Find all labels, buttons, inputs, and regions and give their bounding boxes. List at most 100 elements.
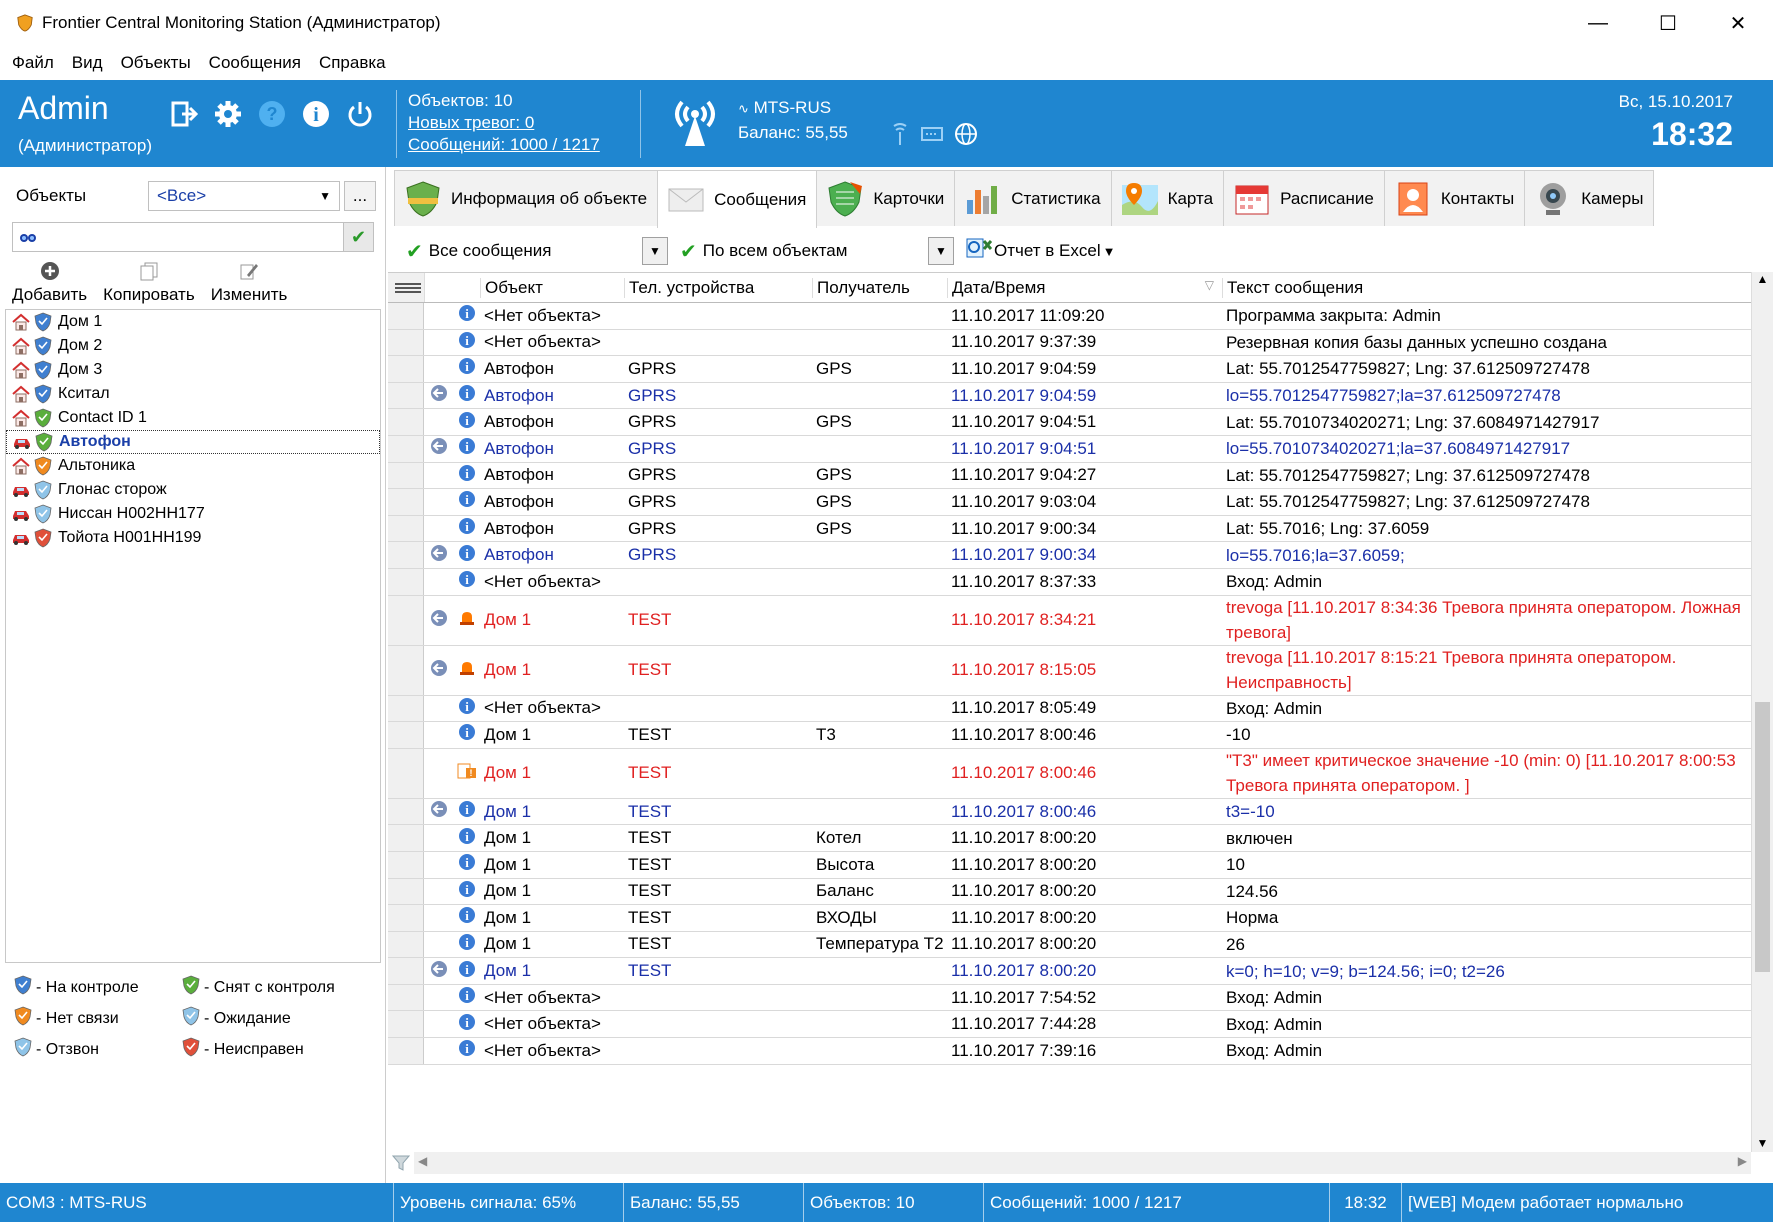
grid-menu-icon[interactable] — [388, 273, 424, 302]
row-selector[interactable] — [388, 798, 424, 825]
row-selector[interactable] — [388, 515, 424, 542]
scroll-thumb[interactable] — [1755, 702, 1770, 972]
message-type-dropdown[interactable]: ▼ — [642, 237, 668, 265]
row-selector[interactable] — [388, 748, 424, 798]
horizontal-scrollbar[interactable]: ◀ ▶ — [414, 1152, 1751, 1174]
tab-contacts[interactable]: Контакты — [1383, 170, 1526, 226]
row-selector[interactable] — [388, 595, 424, 645]
tree-item[interactable]: Contact ID 1 — [6, 406, 380, 430]
tab-cards[interactable]: Карточки — [816, 170, 956, 226]
menu-messages[interactable]: Сообщения — [209, 53, 301, 73]
table-row[interactable]: i Автофон GPRS GPS 11.10.2017 9:00:34 Lat: 55… — [388, 515, 1773, 543]
col-recipient[interactable]: Получатель — [812, 277, 947, 298]
tree-item[interactable]: Автофон — [6, 430, 380, 454]
add-object-button[interactable]: Добавить — [12, 259, 87, 305]
tree-item[interactable]: Дом 1 — [6, 310, 380, 334]
row-selector[interactable] — [388, 568, 424, 595]
table-row[interactable]: i Дом 1 TEST ВХОДЫ 11.10.2017 8:00:20 Норма — [388, 905, 1773, 932]
settings-gear-icon[interactable] — [210, 96, 246, 132]
table-row[interactable]: i Дом 1 TEST 11.10.2017 8:00:46 t3=-10 — [388, 798, 1773, 826]
row-selector[interactable] — [388, 905, 424, 931]
menu-view[interactable]: Вид — [72, 53, 103, 73]
row-selector[interactable] — [388, 695, 424, 722]
table-row[interactable]: i <Нет объекта> 11.10.2017 7:54:52 Вход: Ad… — [388, 984, 1773, 1012]
new-alarms-link[interactable]: Новых тревог: 0 — [408, 112, 600, 134]
col-message-text[interactable]: Текст сообщения — [1222, 277, 1742, 298]
row-selector[interactable] — [388, 645, 424, 695]
tab-object-info[interactable]: Информация об объекте — [394, 170, 659, 226]
tab-map[interactable]: Карта — [1110, 170, 1225, 226]
message-type-filter[interactable]: ✔ Все сообщения — [406, 236, 634, 266]
table-row[interactable]: Дом 1 TEST 11.10.2017 8:15:05 trevoga [11.1… — [388, 645, 1773, 696]
objects-filter-combo[interactable]: <Все> ▼ — [148, 181, 340, 211]
table-row[interactable]: i Автофон GPRS 11.10.2017 9:00:34 lo=55.7016… — [388, 542, 1773, 569]
tab-statistics[interactable]: Статистика — [954, 170, 1112, 226]
tree-item[interactable]: Кситал — [6, 382, 380, 406]
export-excel-button[interactable]: Отчет в Excel ▼ — [966, 236, 1115, 266]
row-selector[interactable] — [388, 435, 424, 462]
minimize-button[interactable]: — — [1563, 0, 1633, 46]
table-row[interactable]: i Дом 1 TEST Высота 11.10.2017 8:00:20 10 — [388, 851, 1773, 879]
objects-more-button[interactable]: ... — [344, 181, 376, 211]
col-device-phone[interactable]: Тел. устройства — [624, 277, 812, 298]
table-row[interactable]: i <Нет объекта> 11.10.2017 7:44:28 Вход: Ad… — [388, 1011, 1773, 1039]
menu-objects[interactable]: Объекты — [121, 53, 191, 73]
row-selector[interactable] — [388, 1011, 424, 1038]
info-icon[interactable]: i — [298, 96, 334, 132]
row-selector[interactable] — [388, 382, 424, 409]
help-icon[interactable]: ? — [254, 96, 290, 132]
scroll-up-icon[interactable]: ▲ — [1752, 272, 1773, 286]
tab-schedule[interactable]: Расписание — [1223, 170, 1385, 226]
col-object[interactable]: Объект — [480, 277, 624, 298]
row-selector[interactable] — [388, 984, 424, 1011]
tab-messages[interactable]: Сообщения — [657, 170, 818, 228]
tree-item[interactable]: Тойота Н001НН199 — [6, 526, 380, 550]
object-scope-filter[interactable]: ✔ По всем объектам — [680, 236, 920, 266]
tree-item[interactable]: Ниссан Н002НН177 — [6, 502, 380, 526]
row-selector[interactable] — [388, 851, 424, 878]
close-button[interactable]: ✕ — [1703, 0, 1773, 46]
logout-icon[interactable] — [166, 96, 202, 132]
tree-item[interactable]: Дом 3 — [6, 358, 380, 382]
row-selector[interactable] — [388, 722, 424, 748]
edit-object-button[interactable]: Изменить — [211, 259, 287, 305]
table-row[interactable]: ! Дом 1 TEST 11.10.2017 8:00:46 "T3" имеет к… — [388, 748, 1773, 799]
table-row[interactable]: i Автофон GPRS GPS 11.10.2017 9:04:51 Lat: 55… — [388, 409, 1773, 436]
maximize-button[interactable]: ☐ — [1633, 0, 1703, 46]
object-search-input[interactable] — [43, 223, 343, 251]
tree-item[interactable]: Альтоника — [6, 454, 380, 478]
menu-file[interactable]: Файл — [12, 53, 54, 73]
scroll-down-icon[interactable]: ▼ — [1752, 1136, 1773, 1150]
scroll-left-icon[interactable]: ◀ — [418, 1154, 427, 1168]
vertical-scrollbar[interactable]: ▲ ▼ — [1751, 272, 1773, 1152]
table-row[interactable]: i <Нет объекта> 11.10.2017 8:37:33 Вход: Ad… — [388, 568, 1773, 596]
row-selector[interactable] — [388, 462, 424, 489]
table-row[interactable]: i Автофон GPRS 11.10.2017 9:04:51 lo=55.7010… — [388, 435, 1773, 463]
table-row[interactable]: i Автофон GPRS GPS 11.10.2017 9:04:27 Lat: 55… — [388, 462, 1773, 490]
power-icon[interactable] — [342, 96, 378, 132]
row-selector[interactable] — [388, 958, 424, 984]
table-row[interactable]: i Дом 1 TEST 11.10.2017 8:00:20 k=0; h=10; v… — [388, 958, 1773, 985]
row-selector[interactable] — [388, 489, 424, 515]
table-row[interactable]: i Автофон GPRS GPS 11.10.2017 9:04:59 Lat: 55… — [388, 356, 1773, 383]
table-row[interactable]: i Автофон GPRS 11.10.2017 9:04:59 lo=55.7012… — [388, 382, 1773, 410]
messages-count-link[interactable]: Сообщений: 1000 / 1217 — [408, 134, 600, 156]
row-selector[interactable] — [388, 409, 424, 435]
col-datetime[interactable]: Дата/Время ▽ — [947, 277, 1222, 298]
table-row[interactable]: i Дом 1 TEST Котел 11.10.2017 8:00:20 включен — [388, 825, 1773, 852]
table-row[interactable]: i <Нет объекта> 11.10.2017 9:37:39 Резервна… — [388, 329, 1773, 357]
menu-help[interactable]: Справка — [319, 53, 386, 73]
table-row[interactable]: i Дом 1 TEST T3 11.10.2017 8:00:46 -10 — [388, 722, 1773, 749]
table-row[interactable]: Дом 1 TEST 11.10.2017 8:34:21 trevoga [11.1… — [388, 595, 1773, 646]
tree-item[interactable]: Дом 2 — [6, 334, 380, 358]
row-selector[interactable] — [388, 878, 424, 905]
table-row[interactable]: i <Нет объекта> 11.10.2017 7:39:16 Вход: Ad… — [388, 1038, 1773, 1065]
row-selector[interactable] — [388, 356, 424, 382]
filter-funnel-icon[interactable] — [388, 1152, 414, 1174]
row-selector[interactable] — [388, 1038, 424, 1064]
table-row[interactable]: i Дом 1 TEST Баланс 11.10.2017 8:00:20 124.56 — [388, 878, 1773, 906]
row-selector[interactable] — [388, 329, 424, 356]
tree-item[interactable]: Глонас сторож — [6, 478, 380, 502]
search-apply-check-icon[interactable]: ✔ — [343, 223, 373, 251]
row-selector[interactable] — [388, 303, 424, 329]
